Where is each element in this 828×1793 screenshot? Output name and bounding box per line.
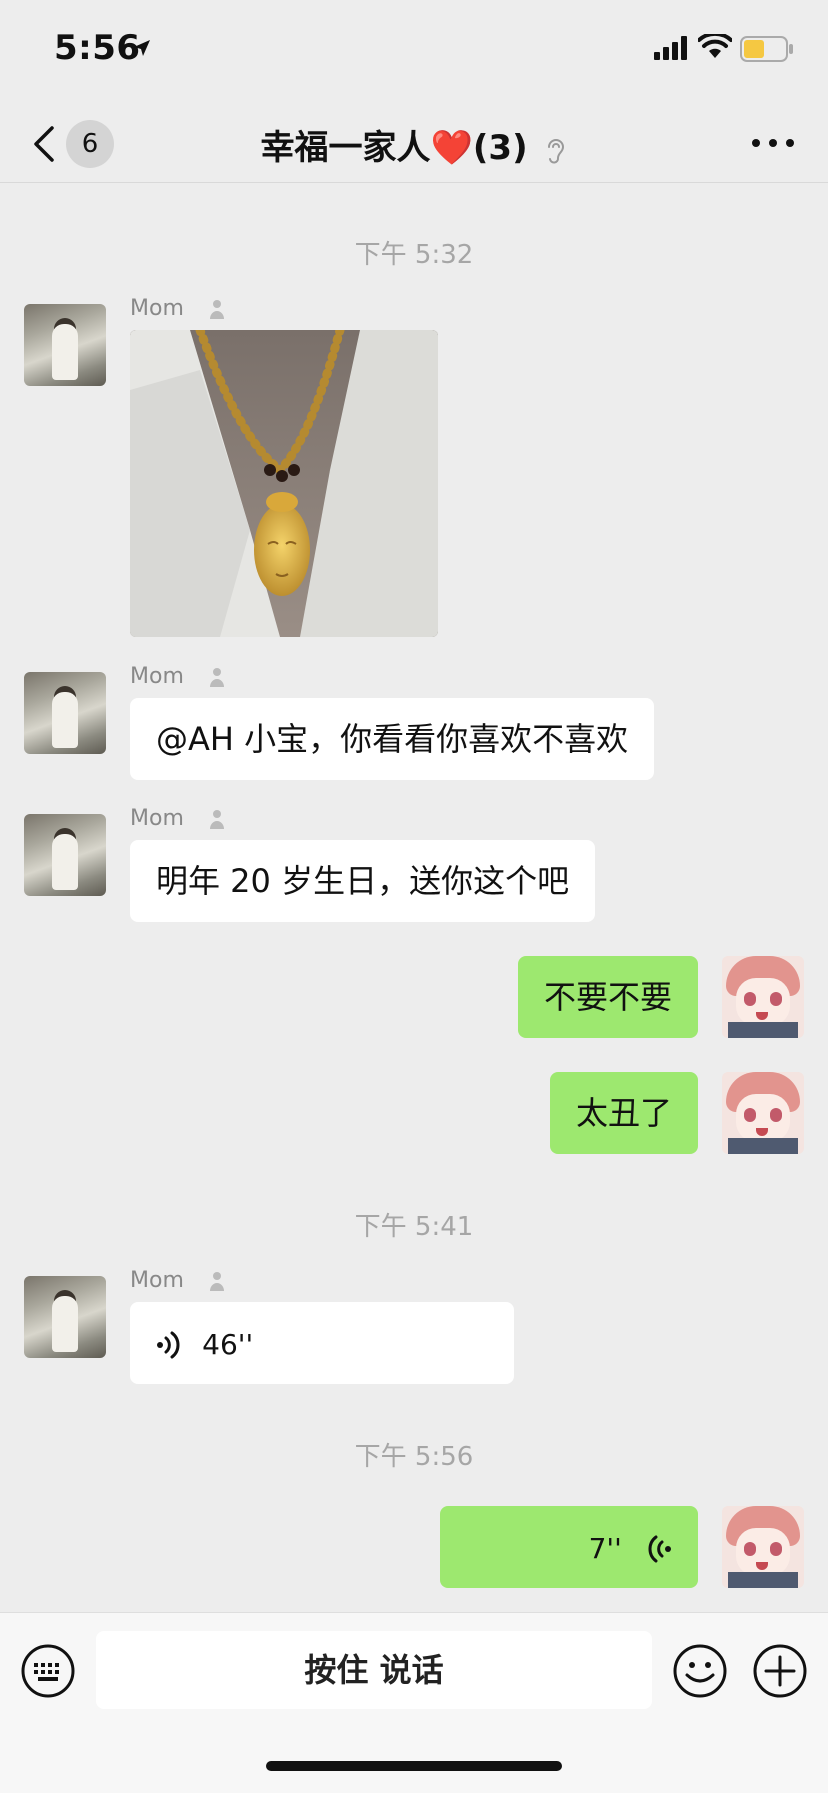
message-timestamp: 下午 5:32 [354, 240, 474, 270]
avatar-mom[interactable] [24, 304, 106, 386]
battery-icon [740, 36, 793, 62]
keyboard-icon[interactable] [20, 1643, 76, 1699]
member-count: (3) [472, 128, 528, 168]
hold-to-talk-button[interactable]: 按住 说话 [96, 1631, 652, 1709]
person-icon [209, 1272, 224, 1291]
chat-title-text: 幸福一家人 [260, 128, 431, 168]
sender-name: Mom [130, 296, 225, 321]
mute-ear-icon [548, 138, 565, 163]
message-timestamp: 下午 5:41 [354, 1212, 474, 1242]
person-icon [209, 810, 224, 829]
avatar-mom[interactable] [24, 814, 106, 896]
person-icon [209, 300, 224, 319]
sender-name: Mom [130, 1268, 225, 1293]
avatar-self[interactable] [722, 956, 804, 1038]
plus-icon[interactable] [752, 1643, 808, 1699]
status-time: 5:56 [54, 28, 141, 68]
message-bubble-outgoing[interactable]: 太丑了 [549, 1072, 698, 1154]
status-bar: 5:56 [0, 0, 828, 100]
voice-duration: 7'' [588, 1532, 622, 1565]
location-arrow-icon [134, 40, 150, 56]
voice-wave-icon [157, 1331, 180, 1359]
emoji-icon[interactable] [672, 1643, 728, 1699]
chat-title: 幸福一家人❤️(3) [0, 120, 828, 169]
more-dots-icon[interactable] [748, 128, 798, 158]
home-indicator [266, 1761, 562, 1771]
sender-name: Mom [130, 664, 225, 689]
voice-message-incoming[interactable]: 46'' [130, 1302, 514, 1384]
image-message-buddha-necklace[interactable] [130, 330, 438, 637]
avatar-mom[interactable] [24, 1276, 106, 1358]
avatar-self[interactable] [722, 1072, 804, 1154]
chat-nav-bar: 6 幸福一家人❤️(3) [0, 100, 828, 183]
wifi-icon [698, 34, 732, 58]
message-bubble-incoming[interactable]: 明年 20 岁生日，送你这个吧 [130, 840, 596, 922]
voice-duration: 46'' [202, 1328, 254, 1361]
sender-name: Mom [130, 806, 225, 831]
message-bubble-incoming[interactable]: @AH 小宝，你看看你喜欢不喜欢 [130, 698, 655, 780]
message-timestamp: 下午 5:56 [354, 1442, 474, 1472]
person-icon [209, 668, 224, 687]
cellular-signal-icon [654, 36, 687, 60]
voice-wave-icon [648, 1535, 671, 1563]
avatar-mom[interactable] [24, 672, 106, 754]
avatar-self[interactable] [722, 1506, 804, 1588]
voice-message-outgoing[interactable]: 7'' [440, 1506, 698, 1588]
input-bar: 按住 说话 [0, 1612, 828, 1793]
message-bubble-outgoing[interactable]: 不要不要 [517, 956, 698, 1038]
heart-emoji: ❤️ [430, 128, 473, 168]
